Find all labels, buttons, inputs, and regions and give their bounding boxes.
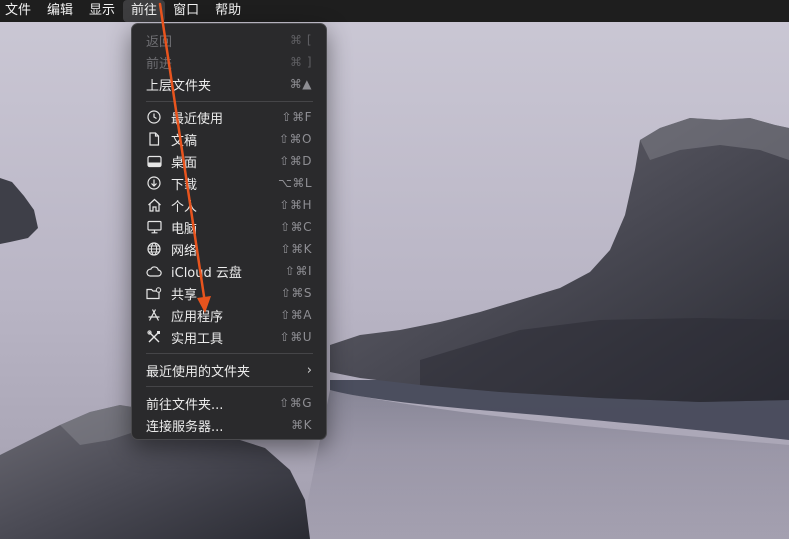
menu-item-label: iCloud 云盘 xyxy=(171,265,242,281)
menu-item-back[interactable]: 返回 ⌘ [ xyxy=(138,29,320,51)
menu-item-shortcut: ⇧⌘F xyxy=(281,110,312,124)
globe-icon xyxy=(146,241,162,257)
go-menu-dropdown: 返回 ⌘ [ 前进 ⌘ ] 上层文件夹 ⌘▲ 最近使用 ⇧⌘F 文稿 ⇧⌘O 桌… xyxy=(131,23,327,440)
menu-item-shortcut: ⌘ [ xyxy=(290,33,312,47)
menu-item-home[interactable]: 个人 ⇧⌘H xyxy=(138,194,320,216)
menu-item-label: 实用工具 xyxy=(171,331,224,347)
menu-separator xyxy=(146,386,313,387)
menu-item-forward[interactable]: 前进 ⌘ ] xyxy=(138,51,320,73)
menu-item-shortcut: ⇧⌘A xyxy=(280,308,312,322)
menu-item-shortcut: ⇧⌘U xyxy=(279,330,312,344)
menu-item-label: 桌面 xyxy=(171,155,198,171)
menu-view[interactable]: 显示 xyxy=(81,0,123,22)
menu-edit[interactable]: 编辑 xyxy=(39,0,81,22)
menu-item-shortcut: ⇧⌘I xyxy=(284,264,312,278)
menu-item-label: 连接服务器... xyxy=(146,419,224,435)
menu-item-label: 最近使用 xyxy=(171,111,224,127)
menu-item-shortcut: ⌘K xyxy=(291,418,312,432)
menu-item-downloads[interactable]: 下载 ⌥⌘L xyxy=(138,172,320,194)
menu-item-shortcut: ⇧⌘G xyxy=(279,396,312,410)
menu-item-icloud-drive[interactable]: iCloud 云盘 ⇧⌘I xyxy=(138,260,320,282)
chevron-right-icon: › xyxy=(306,362,312,378)
menu-item-label: 网络 xyxy=(171,243,198,259)
menu-item-shortcut: ⇧⌘H xyxy=(279,198,312,212)
menu-item-go-to-folder[interactable]: 前往文件夹... ⇧⌘G xyxy=(138,392,320,414)
menu-item-shortcut: ⇧⌘S xyxy=(280,286,312,300)
menu-item-label: 个人 xyxy=(171,199,198,215)
menu-item-label: 前往文件夹... xyxy=(146,397,224,413)
menu-item-shortcut: ⇧⌘C xyxy=(280,220,312,234)
menu-item-label: 电脑 xyxy=(171,221,198,237)
menu-item-label: 应用程序 xyxy=(171,309,224,325)
applications-icon xyxy=(146,307,162,323)
menu-item-shortcut: ⌥⌘L xyxy=(277,176,312,190)
menu-item-enclosing-folder[interactable]: 上层文件夹 ⌘▲ xyxy=(138,73,320,95)
menu-item-label: 共享 xyxy=(171,287,198,303)
menu-item-shortcut: ⇧⌘D xyxy=(279,154,312,168)
menu-bar: 文件 编辑 显示 前往 窗口 帮助 xyxy=(0,0,789,22)
utilities-icon xyxy=(146,329,162,345)
menu-item-applications[interactable]: 应用程序 ⇧⌘A xyxy=(138,304,320,326)
desktop-icon xyxy=(146,153,162,169)
menu-item-recents[interactable]: 最近使用 ⇧⌘F xyxy=(138,106,320,128)
menu-separator xyxy=(146,101,313,102)
download-icon xyxy=(146,175,162,191)
menu-item-label: 文稿 xyxy=(171,133,198,149)
clock-icon xyxy=(146,109,162,125)
menu-item-computer[interactable]: 电脑 ⇧⌘C xyxy=(138,216,320,238)
menu-item-label: 最近使用的文件夹 xyxy=(146,364,251,380)
menu-go[interactable]: 前往 xyxy=(123,0,166,22)
menu-item-desktop[interactable]: 桌面 ⇧⌘D xyxy=(138,150,320,172)
menu-separator xyxy=(146,353,313,354)
cloud-icon xyxy=(146,263,162,279)
menu-item-utilities[interactable]: 实用工具 ⇧⌘U xyxy=(138,326,320,348)
menu-window[interactable]: 窗口 xyxy=(165,0,207,22)
document-icon xyxy=(146,131,162,147)
desktop-wallpaper xyxy=(0,0,789,539)
menu-item-label: 返回 xyxy=(146,34,173,50)
menu-item-connect-to-server[interactable]: 连接服务器... ⌘K xyxy=(138,414,320,436)
menu-item-documents[interactable]: 文稿 ⇧⌘O xyxy=(138,128,320,150)
menu-item-shortcut: ⇧⌘O xyxy=(279,132,312,146)
menu-item-label: 前进 xyxy=(146,56,173,72)
shared-folder-icon xyxy=(146,285,162,301)
menu-item-shortcut: ⌘ ] xyxy=(290,55,312,69)
menu-item-recent-folders[interactable]: 最近使用的文件夹 › xyxy=(138,359,320,381)
menu-item-label: 上层文件夹 xyxy=(146,78,212,94)
home-icon xyxy=(146,197,162,213)
menu-item-shortcut: ⌘▲ xyxy=(289,77,312,91)
menu-item-network[interactable]: 网络 ⇧⌘K xyxy=(138,238,320,260)
menu-file[interactable]: 文件 xyxy=(0,0,39,22)
computer-icon xyxy=(146,219,162,235)
menu-item-label: 下载 xyxy=(171,177,198,193)
menu-help[interactable]: 帮助 xyxy=(207,0,249,22)
menu-item-shortcut: ⇧⌘K xyxy=(280,242,312,256)
menu-item-shared[interactable]: 共享 ⇧⌘S xyxy=(138,282,320,304)
